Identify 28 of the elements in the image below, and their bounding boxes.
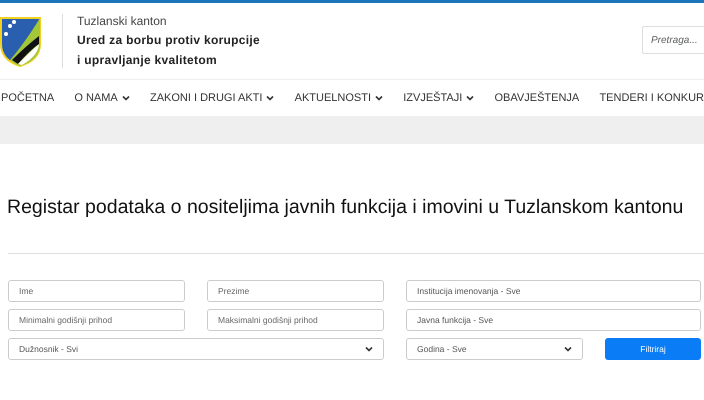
input-field[interactable]: Minimalni godišnji prihod [8, 309, 185, 332]
nav-link[interactable]: AKTUELNOSTI [294, 90, 384, 106]
dropdown-field[interactable]: Dužnosnik - Svi [8, 338, 384, 360]
dropdown-field[interactable]: Institucija imenovanja - Sve [406, 280, 701, 302]
nav-link[interactable]: OBAVJEŠTENJA [494, 90, 580, 106]
dropdown-field[interactable]: Javna funkcija - Sve [406, 309, 701, 332]
chevron-down-icon [266, 95, 274, 101]
input-field[interactable]: Maksimalni godišnji prihod [207, 309, 384, 332]
search-field[interactable]: Pretraga... [642, 26, 704, 54]
page-title: Registar podataka o nositeljima javnih funkcija i imovini u Tuzlanskom kantonu [7, 196, 684, 220]
chevron-down-icon [375, 95, 384, 101]
office-name: i upravljanje kvalitetom [77, 52, 218, 69]
nav-link[interactable]: ZAKONI I DRUGI AKTI [150, 90, 274, 106]
region-name: Tuzlanski kanton [77, 13, 168, 30]
chevron-down-icon [564, 346, 572, 352]
filter-button[interactable]: Filtriraj [605, 338, 701, 360]
coat-of-arms-logo [0, 14, 42, 68]
chevron-down-icon [122, 95, 130, 101]
chevron-down-icon [466, 95, 474, 101]
nav-link[interactable]: POČETNA [1, 90, 54, 106]
office-name: Ured za borbu protiv korupcije [77, 32, 260, 49]
input-field[interactable]: Ime [8, 280, 185, 302]
chevron-down-icon [365, 346, 373, 352]
input-field[interactable]: Prezime [207, 280, 384, 302]
dropdown-field[interactable]: Godina - Sve [406, 338, 583, 360]
nav-link[interactable]: TENDERI I KONKUR [599, 90, 704, 106]
nav-link[interactable]: O NAMA [74, 90, 130, 106]
nav-link[interactable]: IZVJEŠTAJI [403, 90, 474, 106]
